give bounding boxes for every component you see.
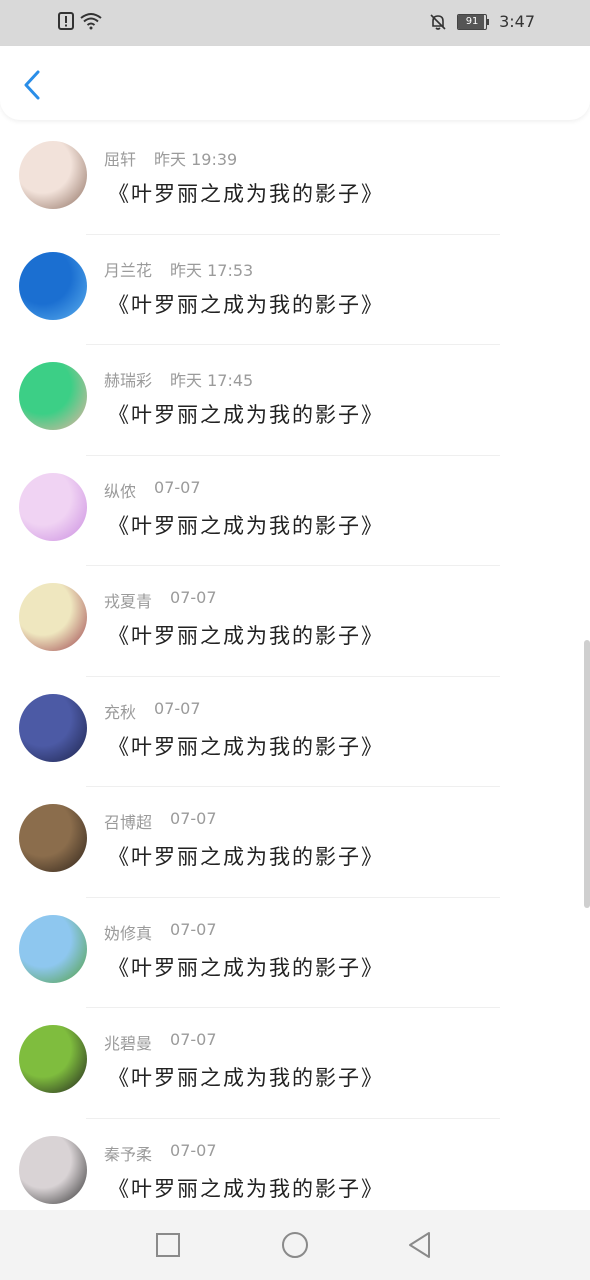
- timestamp: 07-07: [170, 1140, 217, 1160]
- status-left: [58, 12, 102, 30]
- chevron-left-icon: [24, 70, 40, 100]
- message-text: 《叶罗丽之成为我的影子》: [108, 624, 384, 648]
- list-item[interactable]: 召博超 07-07 《叶罗丽之成为我的影子》: [0, 787, 590, 898]
- name-line: 纵侬 07-07: [104, 478, 201, 502]
- name-line: 秦予柔 07-07: [104, 1141, 217, 1165]
- user-name: 赫瑞彩: [104, 371, 153, 390]
- user-name: 兆碧曼: [104, 1034, 153, 1053]
- status-bar: 91 3:47: [0, 0, 590, 46]
- user-name: 屈轩: [104, 150, 137, 169]
- timestamp: 07-07: [170, 588, 217, 607]
- timestamp: 昨天 19:39: [154, 150, 238, 169]
- list-item[interactable]: 戎夏青 07-07 《叶罗丽之成为我的影子》: [0, 566, 590, 677]
- list-item[interactable]: 充秋 07-07 《叶罗丽之成为我的影子》: [0, 677, 590, 787]
- name-line: 戎夏青 07-07: [104, 588, 217, 612]
- message-text: 《叶罗丽之成为我的影子》: [108, 292, 384, 317]
- avatar[interactable]: [19, 583, 87, 651]
- user-name: 月兰花: [104, 260, 153, 280]
- battery-icon: 91: [457, 13, 488, 30]
- message-text: 《叶罗丽之成为我的影子》: [108, 182, 384, 206]
- comment-list: 屈轩 昨天 19:39 《叶罗丽之成为我的影子》 月兰花 昨天 17:53 《叶罗丽之成为…: [0, 124, 590, 1229]
- user-name: 秦予柔: [104, 1144, 153, 1164]
- avatar[interactable]: [19, 914, 87, 983]
- timestamp: 昨天 17:53: [170, 260, 254, 280]
- back-triangle-icon: [409, 1232, 430, 1258]
- user-name: 召博超: [104, 813, 153, 832]
- system-back-button[interactable]: [405, 1230, 435, 1260]
- status-time: 3:47: [499, 12, 535, 31]
- home-circle-icon: [282, 1232, 308, 1258]
- battery-tip: [487, 18, 490, 25]
- name-line: 屈轩 昨天 19:39: [104, 146, 237, 170]
- alert-icon: [58, 12, 74, 30]
- message-text: 《叶罗丽之成为我的影子》: [108, 1176, 384, 1201]
- recent-apps-square-icon: [156, 1233, 180, 1257]
- list-item[interactable]: 月兰花 昨天 17:53 《叶罗丽之成为我的影子》: [0, 235, 590, 345]
- user-name: 纵侬: [104, 481, 137, 501]
- avatar[interactable]: [19, 693, 87, 762]
- avatar[interactable]: [19, 804, 87, 872]
- user-name: 充秋: [104, 702, 137, 722]
- message-text: 《叶罗丽之成为我的影子》: [108, 734, 384, 759]
- name-line: 兆碧曼 07-07: [104, 1030, 217, 1054]
- message-text: 《叶罗丽之成为我的影子》: [108, 403, 384, 427]
- list-item[interactable]: 赫瑞彩 昨天 17:45 《叶罗丽之成为我的影子》: [0, 345, 590, 456]
- name-line: 妫修真 07-07: [104, 920, 217, 944]
- home-button[interactable]: [280, 1230, 310, 1260]
- user-name: 妫修真: [104, 923, 153, 943]
- top-header: [0, 46, 590, 120]
- message-text: 《叶罗丽之成为我的影子》: [108, 845, 384, 869]
- name-line: 赫瑞彩 昨天 17:45: [104, 367, 253, 391]
- timestamp: 07-07: [170, 1030, 217, 1049]
- back-button[interactable]: [18, 68, 48, 102]
- message-text: 《叶罗丽之成为我的影子》: [108, 513, 384, 538]
- battery-indicator: 91: [457, 13, 490, 30]
- list-item[interactable]: 纵侬 07-07 《叶罗丽之成为我的影子》: [0, 456, 590, 566]
- timestamp: 07-07: [154, 477, 201, 497]
- avatar[interactable]: [19, 472, 87, 541]
- avatar[interactable]: [19, 141, 87, 209]
- timestamp: 07-07: [154, 698, 201, 718]
- wifi-icon: [80, 13, 102, 30]
- battery-level: 91: [465, 15, 479, 27]
- avatar[interactable]: [19, 1025, 87, 1093]
- avatar[interactable]: [19, 1135, 87, 1204]
- list-item[interactable]: 屈轩 昨天 19:39 《叶罗丽之成为我的影子》: [0, 124, 590, 235]
- message-text: 《叶罗丽之成为我的影子》: [108, 955, 384, 980]
- name-line: 召博超 07-07: [104, 809, 217, 833]
- recent-apps-button[interactable]: [153, 1230, 183, 1260]
- name-line: 充秋 07-07: [104, 699, 201, 723]
- list-item[interactable]: 妫修真 07-07 《叶罗丽之成为我的影子》: [0, 898, 590, 1008]
- status-right: 91 3:47: [429, 12, 535, 31]
- avatar[interactable]: [19, 251, 87, 320]
- user-name: 戎夏青: [104, 592, 153, 611]
- scrollbar[interactable]: [584, 640, 590, 908]
- timestamp: 昨天 17:45: [170, 371, 254, 390]
- list-item[interactable]: 兆碧曼 07-07 《叶罗丽之成为我的影子》: [0, 1008, 590, 1119]
- message-text: 《叶罗丽之成为我的影子》: [108, 1066, 384, 1090]
- name-line: 月兰花 昨天 17:53: [104, 257, 253, 281]
- timestamp: 07-07: [170, 809, 217, 828]
- timestamp: 07-07: [170, 919, 217, 939]
- system-nav-bar: [0, 1210, 590, 1280]
- avatar[interactable]: [19, 362, 87, 430]
- bell-off-icon: [430, 13, 446, 30]
